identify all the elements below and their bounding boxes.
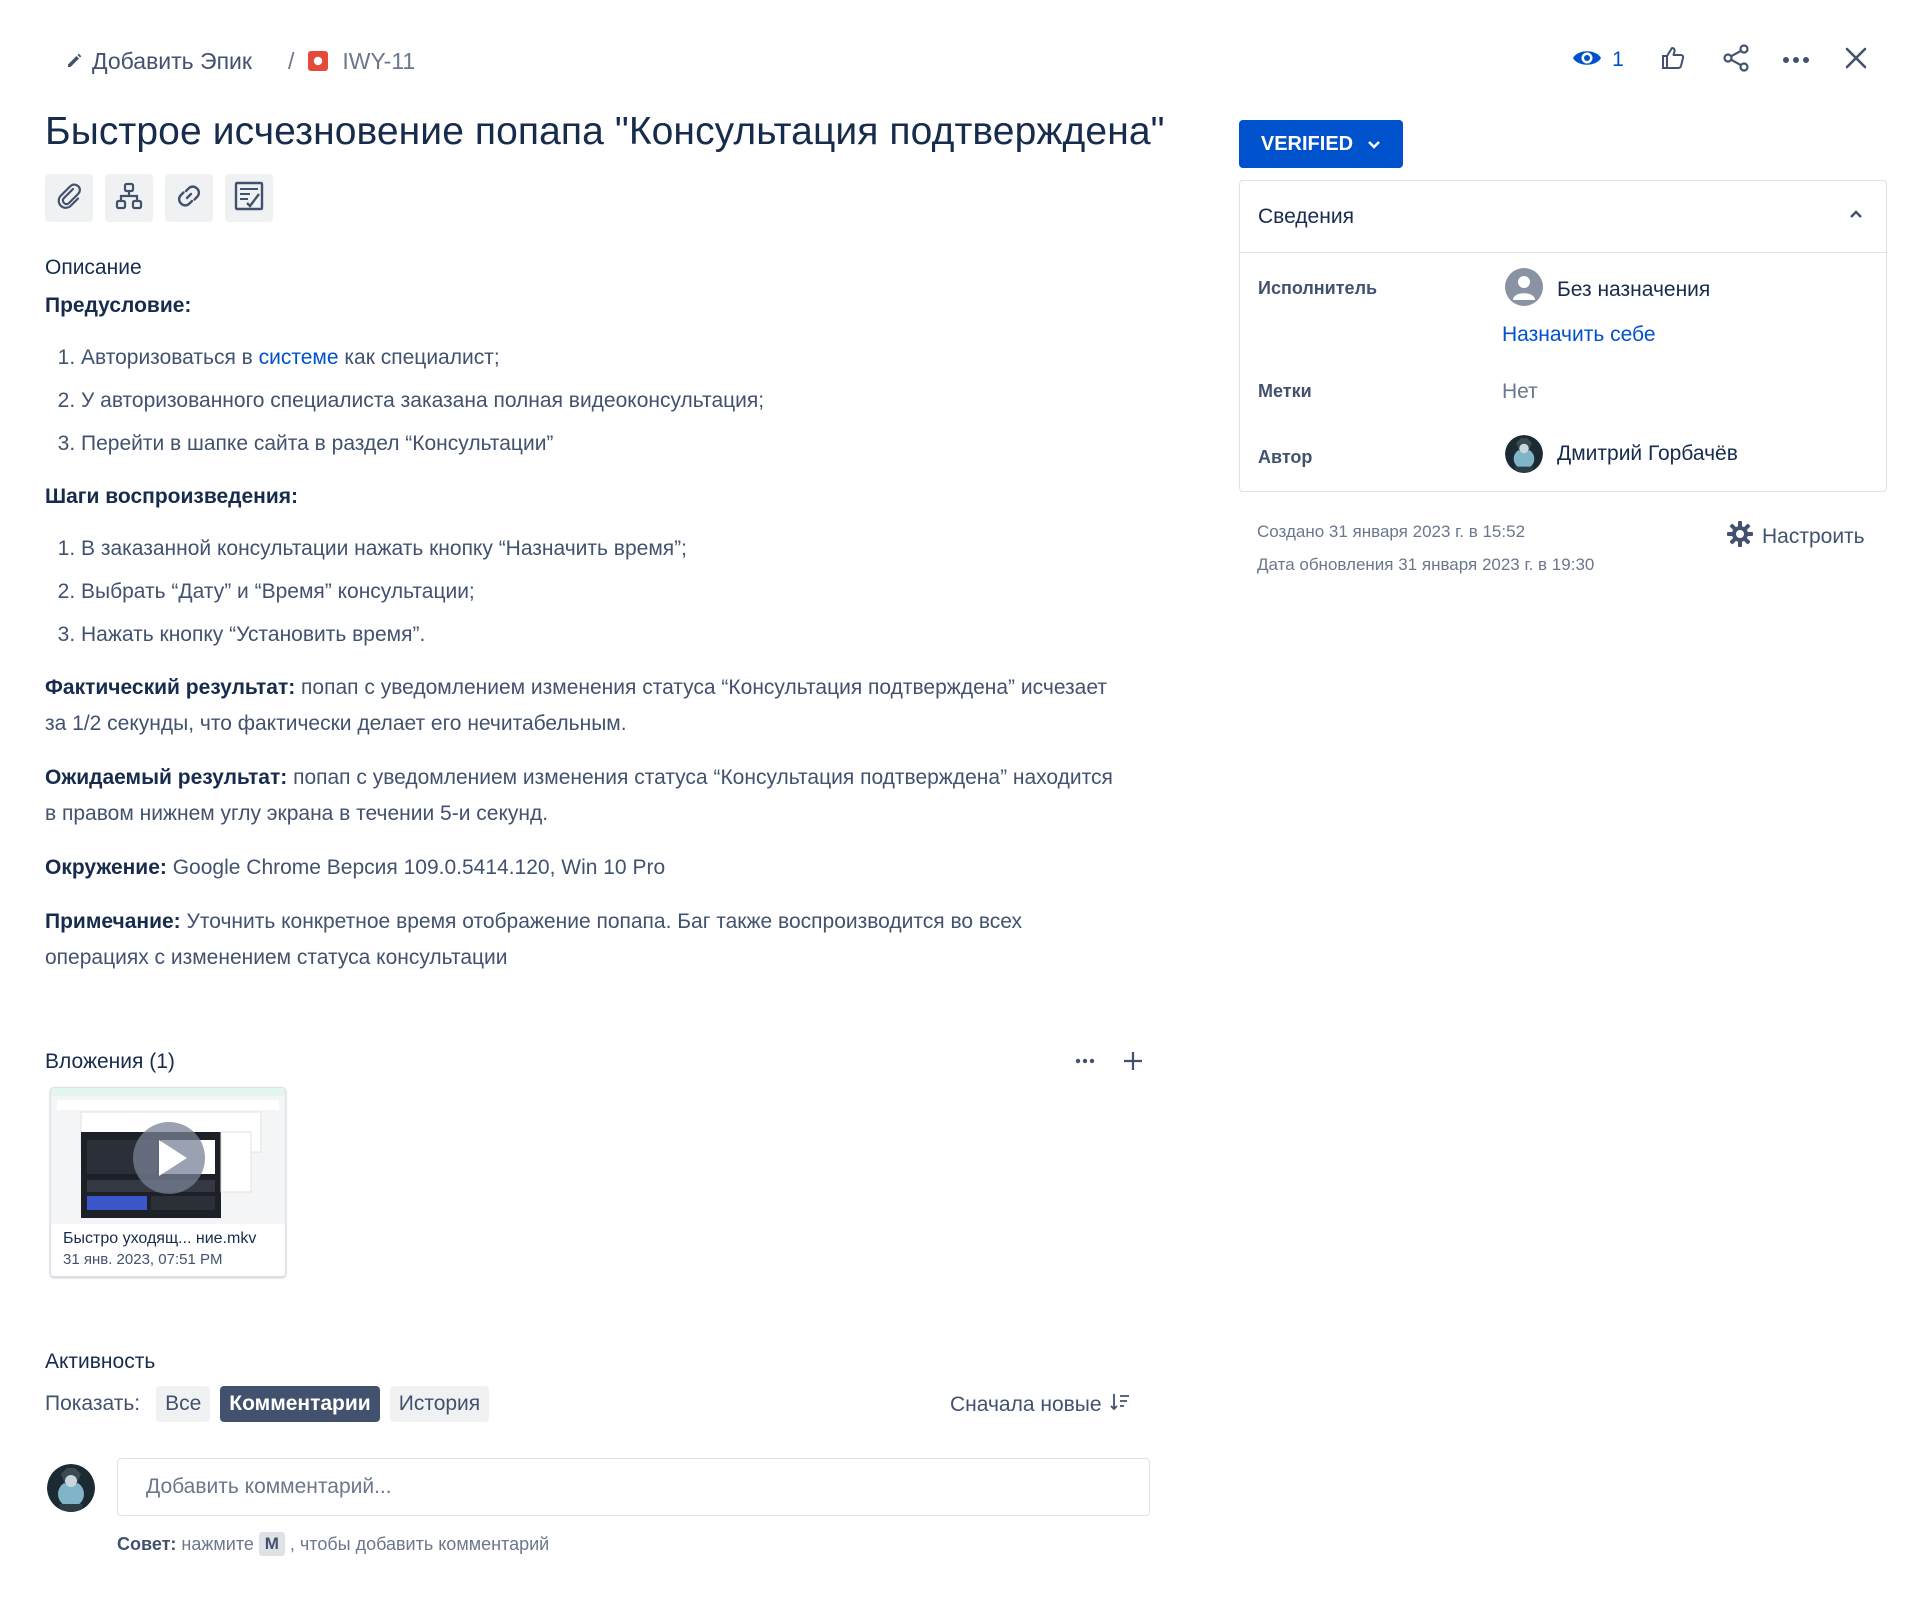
sort-icon <box>1109 1392 1130 1418</box>
avatar <box>1505 435 1543 473</box>
link-icon <box>175 182 203 215</box>
add-attachment-button[interactable] <box>1122 1050 1144 1077</box>
watch-button[interactable]: 1 <box>1562 38 1634 82</box>
list-item: Выбрать “Дату” и “Время” консультации; <box>81 574 1125 610</box>
comment-input[interactable] <box>117 1458 1150 1516</box>
details-header[interactable]: Сведения <box>1240 181 1886 253</box>
filter-comments[interactable]: Комментарии <box>220 1386 380 1422</box>
list-item: Авторизоваться в системе как специалист; <box>81 340 1125 376</box>
like-icon <box>1660 45 1686 76</box>
sort-label: Сначала новые <box>950 1393 1102 1416</box>
details-panel: Сведения Исполнитель Без назначения Назн… <box>1239 180 1887 492</box>
like-button[interactable] <box>1651 38 1695 82</box>
person-icon <box>1505 268 1543 312</box>
more-actions-button[interactable] <box>1774 38 1818 82</box>
environment: Окружение: Google Chrome Версия 109.0.54… <box>45 856 666 879</box>
reporter-value: Дмитрий Горбачёв <box>1557 442 1738 465</box>
link-issue-button[interactable] <box>165 174 213 222</box>
attachment-name: Быстро уходящ... ние.mkv <box>63 1230 257 1247</box>
assignee-value: Без назначения <box>1557 278 1711 301</box>
breadcrumb: Добавить Эпик / IWY-11 <box>66 44 415 78</box>
share-icon <box>1722 43 1750 77</box>
eye-icon <box>1572 47 1602 74</box>
labels-label: Метки <box>1258 381 1312 401</box>
reporter-field[interactable]: Дмитрий Горбачёв <box>1505 435 1738 473</box>
assignee-field[interactable]: Без назначения <box>1505 268 1710 312</box>
gear-icon <box>1726 520 1754 554</box>
more-icon <box>1074 1058 1096 1076</box>
system-link[interactable]: системе <box>259 346 339 369</box>
precondition-heading: Предусловие: <box>45 294 192 317</box>
activity-filters: Показать: Все Комментарии История <box>45 1385 490 1423</box>
more-icon <box>1782 51 1810 69</box>
plus-icon <box>1122 1052 1144 1076</box>
description-label: Описание <box>45 256 142 279</box>
share-button[interactable] <box>1714 38 1758 82</box>
assignee-label: Исполнитель <box>1258 278 1378 298</box>
tip-text-before: нажмите <box>181 1533 254 1554</box>
filter-history[interactable]: История <box>389 1386 490 1422</box>
list-item: У авторизованного специалиста заказана п… <box>81 383 1125 419</box>
watchers-count: 1 <box>1612 48 1624 71</box>
steps-list: В заказанной консультации нажать кнопку … <box>45 531 1125 653</box>
actual-result: Фактический результат: попап с уведомлен… <box>45 676 1107 735</box>
tip-text-after: , чтобы добавить комментарий <box>289 1533 550 1554</box>
close-button[interactable] <box>1834 38 1878 82</box>
chevron-down-icon <box>1367 133 1381 156</box>
configure-button[interactable]: Настроить <box>1726 520 1865 554</box>
updated-date: Дата обновления 31 января 2023 г. в 19:3… <box>1257 555 1595 574</box>
status-label: VERIFIED <box>1260 132 1354 155</box>
created-date: Создано 31 января 2023 г. в 15:52 <box>1257 522 1526 541</box>
description[interactable]: Описание Предусловие: Авторизоваться в с… <box>45 250 1125 976</box>
list-item: Нажать кнопку “Установить время”. <box>81 617 1125 653</box>
precondition-list: Авторизоваться в системе как специалист;… <box>45 340 1125 462</box>
avatar <box>47 1464 95 1512</box>
status-dropdown[interactable]: VERIFIED <box>1239 120 1403 168</box>
close-icon <box>1845 47 1867 74</box>
activity-title: Активность <box>45 1350 156 1373</box>
child-issue-button[interactable] <box>105 174 153 222</box>
checklist-icon <box>234 181 264 216</box>
pencil-icon <box>66 53 82 69</box>
attachments-more-button[interactable] <box>1074 1050 1096 1077</box>
filter-all[interactable]: Все <box>156 1386 211 1422</box>
add-epic-label: Добавить Эпик <box>92 47 252 74</box>
expected-result: Ожидаемый результат: попап с уведомление… <box>45 766 1113 825</box>
list-item: Перейти в шапке сайта в раздел “Консульт… <box>81 426 1125 462</box>
checklist-button[interactable] <box>225 174 273 222</box>
attachment-icon <box>56 182 82 214</box>
chevron-up-icon[interactable] <box>1848 207 1864 225</box>
labels-value[interactable]: Нет <box>1502 380 1538 404</box>
video-thumbnail <box>51 1088 285 1224</box>
details-title: Сведения <box>1258 205 1354 228</box>
add-epic-link[interactable]: Добавить Эпик <box>66 48 252 75</box>
issue-key-link[interactable]: IWY-11 <box>308 48 415 75</box>
configure-label: Настроить <box>1762 525 1865 548</box>
attachment-date: 31 янв. 2023, 07:51 PM <box>63 1251 223 1268</box>
comment-tip: Совет: нажмите M , чтобы добавить коммен… <box>117 1532 549 1556</box>
bug-icon <box>308 51 329 71</box>
list-item: В заказанной консультации нажать кнопку … <box>81 531 1125 567</box>
shortcut-key: M <box>258 1532 285 1556</box>
hierarchy-icon <box>115 182 143 215</box>
issue-title[interactable]: Быстрое исчезновение попапа "Консультаци… <box>45 110 1165 154</box>
steps-heading: Шаги воспроизведения: <box>45 485 298 508</box>
sort-button[interactable]: Сначала новые <box>950 1392 1130 1418</box>
tip-label: Совет: <box>117 1533 177 1554</box>
issue-key: IWY-11 <box>342 47 416 74</box>
breadcrumb-separator: / <box>287 47 295 74</box>
note: Примечание: Уточнить конкретное время от… <box>45 910 1023 969</box>
attach-button[interactable] <box>45 174 93 222</box>
play-icon <box>129 1118 209 1203</box>
attachments-title: Вложения (1) <box>45 1050 175 1073</box>
reporter-label: Автор <box>1258 447 1313 467</box>
attachment-card[interactable]: Быстро уходящ... ние.mkv 31 янв. 2023, 0… <box>50 1087 286 1277</box>
assign-to-me-link[interactable]: Назначить себе <box>1502 323 1656 347</box>
show-label: Показать: <box>45 1392 141 1415</box>
